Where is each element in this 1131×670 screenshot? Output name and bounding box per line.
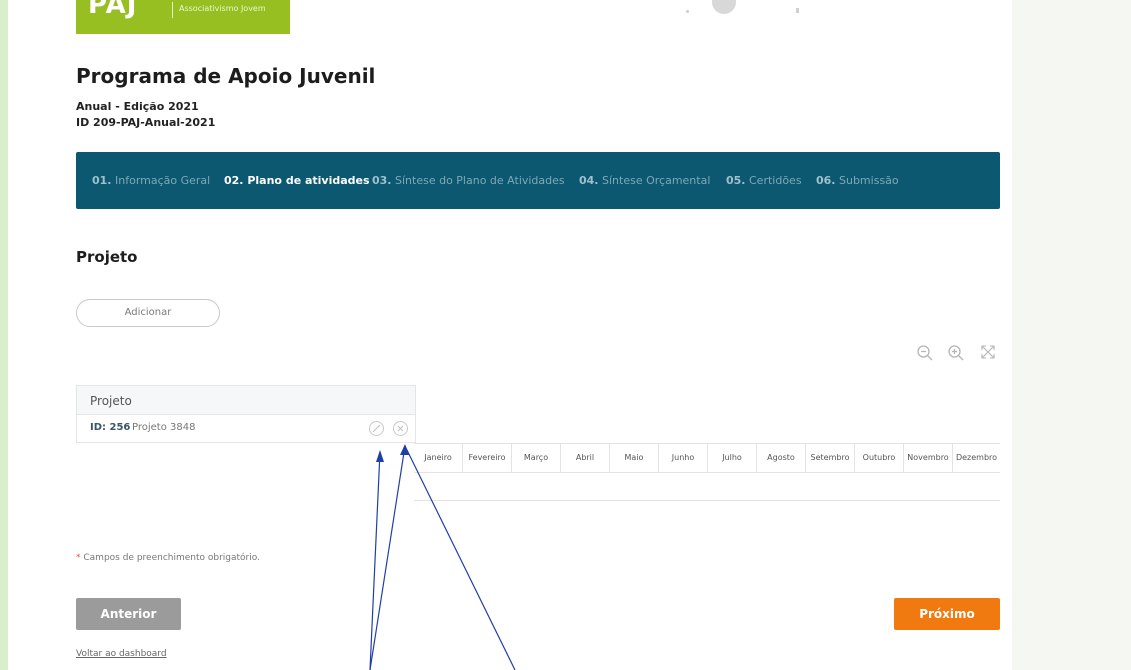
required-note: * Campos de preenchimento obrigatório. [76,553,260,563]
project-panel: Projeto ID: 256 Projeto 3848 [76,385,416,443]
step-label: Síntese Orçamental [602,174,711,187]
zoom-in-icon[interactable] [946,344,966,364]
fullscreen-icon[interactable] [978,344,998,364]
month-fevereiro: Fevereiro [463,444,512,472]
logo[interactable]: PAJ Associativismo Jovem [76,0,290,34]
back-to-dashboard-link[interactable]: Voltar ao dashboard [76,649,167,659]
month-marco: Março [512,444,561,472]
step-number: 05. [726,174,746,187]
next-button[interactable]: Próximo [894,598,1000,630]
step-plano-de-atividades[interactable]: 02. Plano de atividades [224,174,370,187]
project-name: Projeto 3848 [132,422,196,433]
step-submissao[interactable]: 06. Submissão [816,174,899,187]
logo-subtitle: Associativismo Jovem [179,4,266,13]
step-label: Síntese do Plano de Atividades [395,174,565,187]
step-label: Informação Geral [115,174,211,187]
section-title: Projeto [76,248,138,266]
required-star: * [76,553,81,563]
background-left [0,0,8,670]
month-janeiro: Janeiro [414,444,463,472]
step-sintese-plano[interactable]: 03. Síntese do Plano de Atividades [372,174,565,187]
months-header: Janeiro Fevereiro Março Abril Maio Junho… [414,443,1000,473]
month-dezembro: Dezembro [955,453,998,462]
program-edition: Anual - Edição 2021 [76,100,199,113]
month-junho: Junho [659,444,708,472]
step-label: Submissão [839,174,899,187]
header-dot [686,10,689,13]
step-number: 06. [816,174,836,187]
month-setembro: Setembro [806,444,855,472]
step-sintese-orcamental[interactable]: 04. Síntese Orçamental [579,174,710,187]
page-title: Programa de Apoio Juvenil [76,64,376,88]
required-text: Campos de preenchimento obrigatório. [83,553,260,563]
timeline-row [414,472,1000,501]
month-julho: Julho [708,444,757,472]
project-row[interactable]: ID: 256 Projeto 3848 [77,415,415,442]
step-number: 01. [92,174,112,187]
step-label: Certidões [749,174,802,187]
program-id: ID 209-PAJ-Anual-2021 [76,116,216,129]
header-menu-icon[interactable] [796,8,799,13]
month-maio: Maio [610,444,659,472]
month-outubro: Outubro [855,444,904,472]
step-certidoes[interactable]: 05. Certidões [726,174,802,187]
step-number: 03. [372,174,392,187]
step-number: 02. [224,174,244,187]
add-button[interactable]: Adicionar [76,299,220,327]
previous-button[interactable]: Anterior [76,598,181,630]
step-label: Plano de atividades [247,174,370,187]
project-id: ID: 256 [90,422,131,433]
steps-nav: 01. Informação Geral 02. Plano de ativid… [76,152,1000,209]
month-abril: Abril [561,444,610,472]
zoom-out-icon[interactable] [915,344,935,364]
step-informacao-geral[interactable]: 01. Informação Geral [92,174,210,187]
disable-icon[interactable] [369,421,384,436]
logo-separator [172,2,173,18]
logo-text: PAJ [88,0,138,20]
background-right [1012,0,1131,670]
project-panel-title: Projeto [90,394,132,408]
step-number: 04. [579,174,599,187]
project-panel-header: Projeto [77,386,415,415]
remove-icon[interactable] [393,421,408,436]
month-agosto: Agosto [757,444,806,472]
month-novembro: Novembro [904,444,953,472]
